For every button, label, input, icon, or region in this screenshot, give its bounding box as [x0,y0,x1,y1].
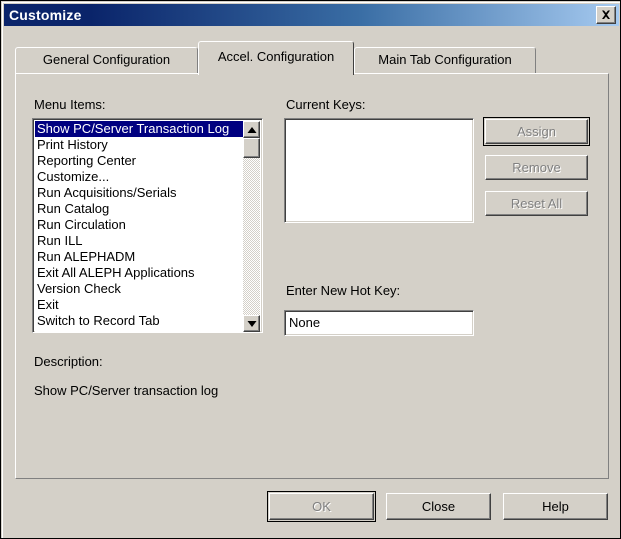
menu-items-list-item[interactable]: Reporting Center [35,153,243,169]
tab-accel-configuration-label: Accel. Configuration [217,49,335,64]
tab-main-tab-configuration-label: Main Tab Configuration [378,52,512,67]
description-text: Show PC/Server transaction log [34,383,219,398]
hotkey-input-value: None [289,315,321,330]
ok-button[interactable]: OK [269,493,374,520]
menu-items-list-item[interactable]: Exit [35,297,243,313]
reset-all-button[interactable]: Reset All [485,191,588,216]
menu-items-scrollbar[interactable] [243,121,260,332]
assign-button[interactable]: Assign [485,119,588,144]
close-button[interactable] [596,6,616,24]
current-keys-listbox[interactable] [284,118,474,223]
scroll-down-arrow-icon [247,320,256,327]
title-bar[interactable]: Customize [4,4,619,26]
menu-items-list-item[interactable]: Show PC/Server Transaction Log [35,121,243,137]
description-label: Description: [34,354,103,369]
menu-items-list-item[interactable]: Customize... [35,169,243,185]
menu-items-list-item[interactable]: Run Circulation [35,217,243,233]
assign-button-label: Assign [516,124,557,139]
tab-accel-configuration[interactable]: Accel. Configuration [198,41,354,75]
menu-items-list-item[interactable]: Print History [35,137,243,153]
menu-items-listbox[interactable]: Show PC/Server Transaction Log Print Hist… [32,118,263,333]
scrollbar-thumb[interactable] [243,138,260,158]
menu-items-list-item[interactable]: Run Acquisitions/Serials [35,185,243,201]
remove-button[interactable]: Remove [485,155,588,180]
help-button[interactable]: Help [503,493,608,520]
menu-items-list-item[interactable]: Run ILL [35,233,243,249]
tab-general-configuration-label: General Configuration [42,52,171,67]
close-dialog-button-label: Close [421,499,456,514]
tab-general-configuration[interactable]: General Configuration [15,47,198,74]
menu-items-list-item[interactable]: Switch to Record Tab [35,313,243,329]
menu-items-list[interactable]: Show PC/Server Transaction Log Print Hist… [35,121,243,332]
ok-button-label: OK [312,499,331,514]
close-icon [602,10,610,19]
menu-items-label: Menu Items: [34,97,106,112]
remove-button-label: Remove [512,160,561,175]
window-title: Customize [9,7,82,23]
customize-dialog: Customize General Configuration Accel. C… [0,0,621,539]
menu-items-list-item[interactable]: Exit All ALEPH Applications [35,265,243,281]
current-keys-label: Current Keys: [286,97,366,112]
hotkey-label: Enter New Hot Key: [286,283,401,298]
hotkey-input[interactable]: None [284,310,474,336]
menu-items-list-item[interactable]: Version Check [35,281,243,297]
help-button-label: Help [542,499,569,514]
scroll-up-button[interactable] [243,121,260,138]
close-dialog-button[interactable]: Close [386,493,491,520]
scroll-up-arrow-icon [247,126,256,133]
reset-all-button-label: Reset All [510,196,563,211]
tab-main-tab-configuration[interactable]: Main Tab Configuration [354,47,536,74]
menu-items-list-item[interactable]: Run Catalog [35,201,243,217]
menu-items-list-item[interactable]: Run ALEPHADM [35,249,243,265]
tab-strip: General Configuration Accel. Configurati… [15,41,609,75]
scroll-down-button[interactable] [243,315,260,332]
